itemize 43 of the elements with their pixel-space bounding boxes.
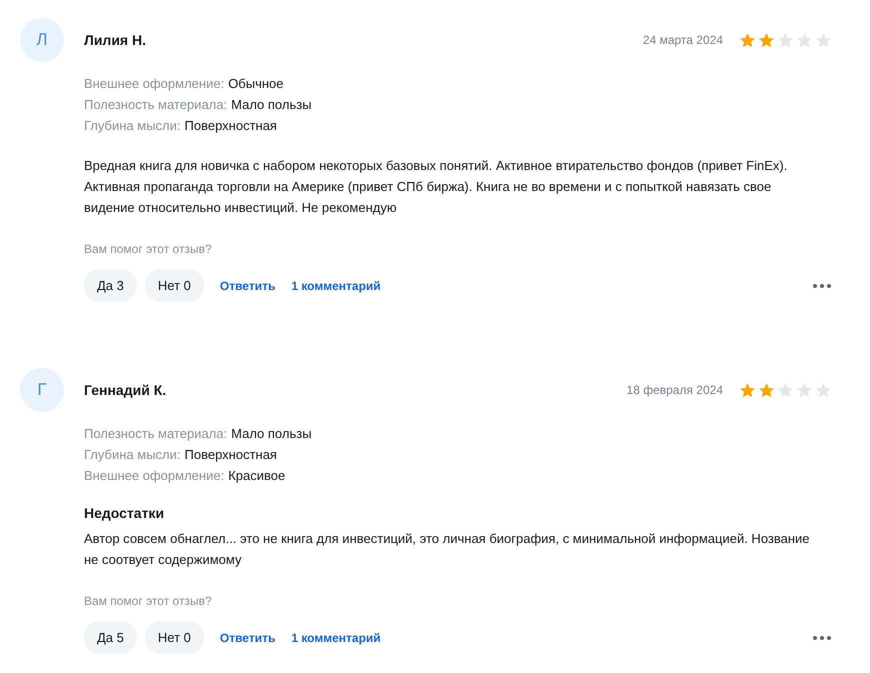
- no-button[interactable]: Нет 0: [144, 621, 204, 654]
- attribute-value: Поверхностная: [184, 118, 277, 133]
- yes-button[interactable]: Да 5: [84, 621, 137, 654]
- attribute-value: Мало пользы: [231, 426, 312, 441]
- attribute-label: Внешнее оформление:: [84, 468, 224, 483]
- attribute-label: Полезность материала:: [84, 426, 228, 441]
- reply-link[interactable]: Ответить: [220, 630, 276, 644]
- review-date: 24 марта 2024: [642, 33, 723, 47]
- avatar: Л: [20, 18, 64, 62]
- star-icon: [815, 32, 832, 48]
- attribute-label: Глубина мысли:: [84, 118, 181, 133]
- reply-link[interactable]: Ответить: [220, 278, 276, 292]
- avatar: Г: [20, 368, 64, 412]
- comments-link[interactable]: 1 комментарий: [291, 278, 381, 292]
- review-text: Вредная книга для новичка с набором некоторых базовых понятий. Активное втирательство фондов (привет FinEx). Активная пропаганда торговли на Америке (привет СПб биржа). Книга не во времени и с попыткой навязать свое видение относительно инвестиций. Не рекомендую: [84, 157, 788, 217]
- review-date: 18 февраля 2024: [626, 383, 723, 397]
- attribute-label: Внешнее оформление:: [84, 76, 224, 91]
- star-icon: [777, 382, 794, 398]
- attribute-value: Обычное: [228, 76, 284, 91]
- section-heading: Недостатки: [84, 505, 166, 521]
- no-button[interactable]: Нет 0: [144, 269, 204, 302]
- more-icon[interactable]: [812, 634, 832, 640]
- star-icon: [796, 32, 813, 48]
- helpful-prompt: Вам помог этот отзыв?: [84, 594, 213, 608]
- attribute-value: Поверхностная: [184, 447, 277, 462]
- attribute-label: Полезность материала:: [84, 97, 228, 112]
- star-icon: [739, 382, 756, 398]
- more-icon[interactable]: [812, 282, 832, 288]
- comments-link[interactable]: 1 комментарий: [291, 630, 381, 644]
- star-icon: [777, 32, 794, 48]
- attribute-value: Мало пользы: [231, 97, 312, 112]
- star-icon: [815, 382, 832, 398]
- attribute-value: Красивое: [228, 468, 286, 483]
- star-icon: [739, 32, 756, 48]
- attribute-label: Глубина мысли:: [84, 447, 181, 462]
- star-icon: [758, 32, 775, 48]
- reviewer-name: Лилия Н.: [84, 32, 146, 48]
- star-icon: [796, 382, 813, 398]
- yes-button[interactable]: Да 3: [84, 269, 137, 302]
- helpful-prompt: Вам помог этот отзыв?: [84, 242, 213, 256]
- reviewer-name: Геннадий К.: [84, 382, 166, 398]
- star-icon: [758, 382, 775, 398]
- review-text: Автор совсем обнаглел... это не книга для инвестиций, это личная биография, с минимальной информацией. Нозвание не соотвует содержимому: [84, 530, 811, 569]
